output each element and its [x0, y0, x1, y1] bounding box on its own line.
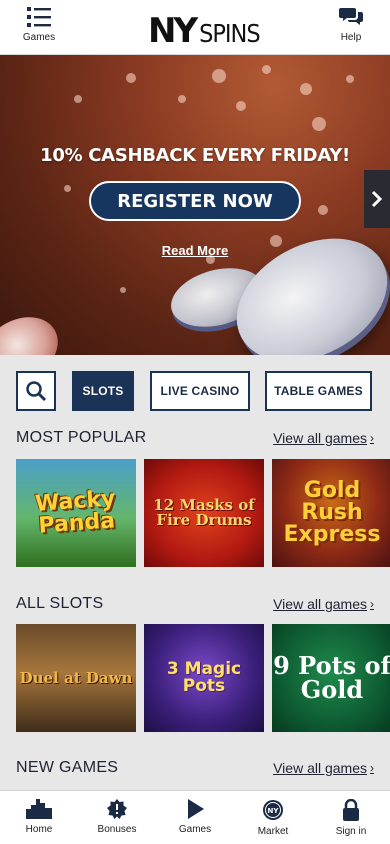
confetti-speck: [312, 117, 326, 131]
bonus-badge-icon: [107, 799, 127, 819]
help-label: Help: [340, 32, 362, 43]
view-all-games-link[interactable]: View all games ›: [273, 760, 374, 776]
casino-chip: [0, 304, 70, 355]
top-header: Games NY SPINS Help: [0, 0, 390, 55]
ny-spins-logo[interactable]: NY SPINS: [148, 10, 261, 51]
app-root: Games NY SPINS Help 10% CASHBACK EVERY F…: [0, 0, 390, 844]
nav-label: Games: [178, 824, 212, 835]
chevron-right-icon: ›: [370, 597, 374, 611]
logo-spins: SPINS: [199, 19, 261, 48]
city-skyline-icon: [26, 799, 52, 819]
nav-home[interactable]: Home: [0, 799, 78, 843]
all-slots-row: Duel at Dawn 3 Magic Pots 9 Pots of Gold: [16, 624, 390, 732]
tab-table-games[interactable]: TABLE GAMES: [265, 371, 372, 411]
ny-coin-icon: NY: [263, 800, 283, 820]
confetti-speck: [346, 75, 354, 83]
game-tile[interactable]: 9 Pots of Gold: [272, 624, 390, 732]
confetti-speck: [120, 287, 126, 293]
all-slots-header: ALL SLOTS View all games ›: [16, 594, 374, 614]
nav-label: Sign in: [335, 826, 367, 837]
game-filters: SLOTS LIVE CASINO TABLE GAMES: [16, 371, 374, 411]
tab-live-casino[interactable]: LIVE CASINO: [150, 371, 250, 411]
most-popular-header: MOST POPULAR View all games ›: [16, 428, 374, 448]
promo-banner: 10% CASHBACK EVERY FRIDAY! REGISTER NOW …: [0, 55, 390, 355]
game-title: 12 Masks of Fire Drums: [153, 496, 255, 529]
nav-label: Home: [25, 824, 53, 835]
confetti-speck: [262, 65, 271, 74]
game-title: Duel at Dawn: [19, 668, 133, 687]
nav-sign-in[interactable]: Sign in: [312, 799, 390, 843]
game-title: 3 Magic Pots: [166, 659, 242, 696]
confetti-speck: [300, 83, 312, 95]
new-games-header: NEW GAMES View all games ›: [16, 758, 374, 778]
section-title: MOST POPULAR: [16, 429, 147, 446]
game-title: Wacky Panda: [34, 486, 117, 539]
confetti-speck: [318, 205, 328, 215]
logo-ny: NY: [148, 11, 198, 51]
read-more-link[interactable]: Read More: [0, 243, 390, 258]
search-icon: [26, 381, 47, 402]
nav-games[interactable]: Games: [156, 799, 234, 843]
view-all-games-link[interactable]: View all games ›: [273, 596, 374, 612]
tab-slots[interactable]: SLOTS: [72, 371, 134, 411]
view-all-label: View all games: [273, 760, 367, 776]
register-now-button[interactable]: REGISTER NOW: [89, 181, 301, 221]
lock-icon: [343, 799, 359, 821]
menu-list-icon: [27, 7, 51, 27]
section-title: NEW GAMES: [16, 759, 119, 776]
confetti-speck: [212, 69, 226, 83]
svg-text:NY: NY: [268, 807, 280, 815]
chevron-right-icon: [371, 190, 383, 208]
banner-next-button[interactable]: [364, 170, 390, 228]
banner-title: 10% CASHBACK EVERY FRIDAY!: [40, 145, 350, 166]
chevron-right-icon: ›: [370, 761, 374, 775]
confetti-speck: [64, 185, 71, 192]
view-all-games-link[interactable]: View all games ›: [273, 430, 374, 446]
confetti-speck: [126, 73, 136, 83]
nav-market[interactable]: NY Market: [234, 799, 312, 843]
bottom-nav: Home Bonuses Games NY Market Sign in: [0, 790, 390, 844]
section-title: ALL SLOTS: [16, 595, 104, 612]
game-tile[interactable]: Gold Rush Express: [272, 459, 390, 567]
nav-label: Market: [257, 826, 289, 837]
game-tile[interactable]: Duel at Dawn: [16, 624, 136, 732]
view-all-label: View all games: [273, 596, 367, 612]
confetti-speck: [178, 95, 186, 103]
chevron-right-icon: ›: [370, 431, 374, 445]
game-tile[interactable]: 12 Masks of Fire Drums: [144, 459, 264, 567]
nav-bonuses[interactable]: Bonuses: [78, 799, 156, 843]
game-tile[interactable]: Wacky Panda: [16, 459, 136, 567]
confetti-speck: [74, 95, 82, 103]
games-menu-label: Games: [22, 32, 56, 43]
game-title: 9 Pots of Gold: [273, 651, 390, 704]
most-popular-row: Wacky Panda 12 Masks of Fire Drums Gold …: [16, 459, 390, 567]
view-all-label: View all games: [273, 430, 367, 446]
confetti-speck: [236, 101, 246, 111]
search-button[interactable]: [16, 371, 56, 411]
game-title: Gold Rush Express: [283, 478, 381, 547]
game-tile[interactable]: 3 Magic Pots: [144, 624, 264, 732]
games-menu-button[interactable]: Games: [14, 6, 64, 50]
help-button[interactable]: Help: [326, 6, 376, 50]
chat-bubbles-icon: [339, 8, 363, 25]
play-icon: [188, 799, 204, 819]
nav-label: Bonuses: [97, 824, 137, 835]
